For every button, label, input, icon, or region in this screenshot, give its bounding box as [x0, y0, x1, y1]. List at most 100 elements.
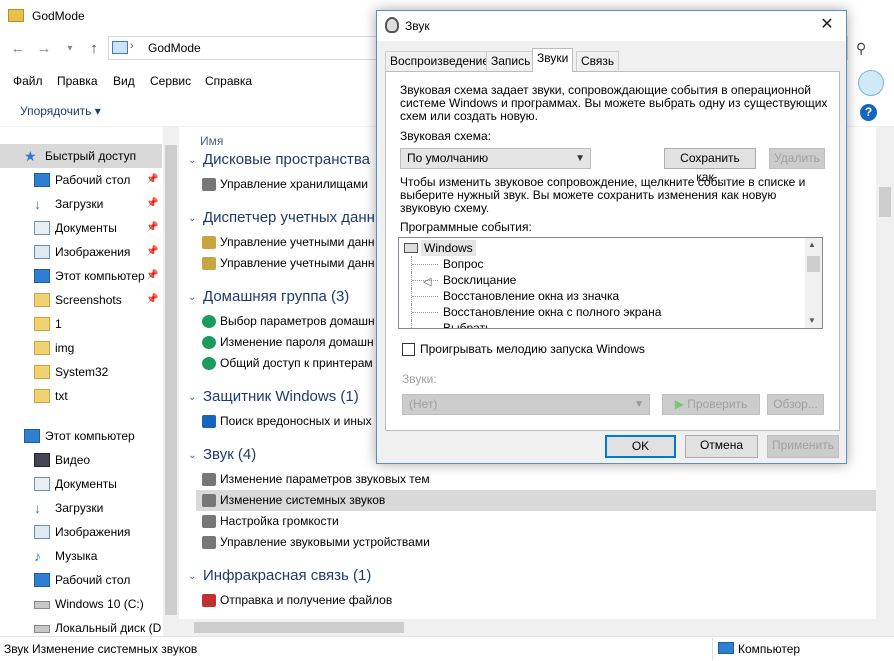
group-header[interactable]: Инфракрасная связь (1)	[203, 567, 371, 584]
scroll-down-icon[interactable]: ▼	[808, 316, 816, 325]
status-separator	[712, 638, 713, 660]
list-item[interactable]: Изменение параметров звуковых тем	[196, 469, 876, 490]
horizontal-scrollbar-thumb[interactable]	[194, 622, 404, 633]
sidebar-item[interactable]: txt	[0, 384, 162, 408]
event-item-label: Восстановление окна из значка	[443, 289, 620, 303]
list-item[interactable]: Управление звуковыми устройствами	[196, 532, 876, 553]
pin-icon[interactable]: 📌	[146, 216, 158, 240]
help-icon[interactable]: ?	[860, 104, 877, 121]
sidebar-item[interactable]: Документы	[0, 472, 162, 496]
event-item[interactable]: Восстановление окна из значка	[399, 288, 804, 304]
sidebar-item-label: Этот компьютер	[45, 429, 135, 443]
group-header[interactable]: Домашняя группа (3)	[203, 288, 349, 305]
delete-button[interactable]: Удалить	[769, 148, 825, 169]
sidebar-item[interactable]: Изображения	[0, 520, 162, 544]
search-icon[interactable]: ⚲	[856, 40, 866, 57]
browse-button[interactable]: Обзор...	[767, 394, 824, 415]
scroll-up-icon[interactable]: ▲	[808, 240, 816, 249]
sidebar-item[interactable]: ★ Быстрый доступ	[0, 144, 162, 168]
group-header[interactable]: Дисковые пространства	[203, 151, 370, 168]
tab-sounds[interactable]: Звуки	[532, 48, 574, 72]
back-arrow-icon[interactable]: ←	[8, 39, 28, 59]
sidebar-item[interactable]: Изображения 📌	[0, 240, 162, 264]
drive-icon	[34, 601, 50, 609]
up-arrow-icon[interactable]: ↑	[84, 39, 104, 59]
horizontal-scrollbar[interactable]	[178, 619, 876, 636]
list-item[interactable]: Отправка и получение файлов	[196, 590, 876, 611]
group-chevron-icon[interactable]: ⌄	[188, 392, 196, 403]
tab-communications[interactable]: Связь	[576, 51, 620, 71]
pin-icon[interactable]: 📌	[146, 288, 158, 312]
sounds-select[interactable]: (Нет) ▼	[402, 394, 650, 415]
group-header[interactable]: Диспетчер учетных данн	[203, 209, 375, 226]
event-item[interactable]: Выбрать	[399, 320, 804, 328]
sidebar-item[interactable]: Этот компьютер	[0, 424, 162, 448]
folder-icon	[34, 293, 50, 307]
pictures-icon	[34, 245, 50, 259]
events-scrollbar-thumb[interactable]	[807, 256, 820, 272]
shell-icon[interactable]	[858, 70, 884, 96]
close-icon[interactable]: ✕	[815, 14, 839, 36]
group-header[interactable]: Звук (4)	[203, 446, 256, 463]
apply-button[interactable]: Применить	[767, 435, 839, 458]
ok-button[interactable]: OK	[605, 435, 676, 458]
list-item[interactable]: Настройка громкости	[196, 511, 876, 532]
group-chevron-icon[interactable]: ⌄	[188, 292, 196, 303]
menu-view[interactable]: Вид	[113, 74, 135, 88]
pin-icon[interactable]: 📌	[146, 264, 158, 288]
forward-arrow-icon[interactable]: →	[34, 39, 54, 59]
nav-scrollbar-thumb[interactable]	[165, 145, 177, 615]
sidebar-item[interactable]: Рабочий стол 📌	[0, 168, 162, 192]
group-chevron-icon[interactable]: ⌄	[188, 213, 196, 224]
event-item[interactable]: Вопрос	[399, 256, 804, 272]
organize-button[interactable]: Упорядочить ▾	[20, 104, 101, 118]
dialog-title: Звук	[405, 19, 430, 33]
nav-scrollbar[interactable]	[163, 127, 179, 636]
sidebar-item[interactable]: Windows 10 (C:)	[0, 592, 162, 616]
scheme-select[interactable]: По умолчанию ▼	[400, 148, 591, 169]
pin-icon[interactable]: 📌	[146, 168, 158, 192]
events-scrollbar[interactable]: ▲ ▼	[805, 238, 822, 328]
menu-tools[interactable]: Сервис	[150, 74, 191, 88]
group-chevron-icon[interactable]: ⌄	[188, 571, 196, 582]
startup-sound-label[interactable]: Проигрывать мелодию запуска Windows	[420, 343, 645, 356]
menu-file[interactable]: Файл	[13, 74, 43, 88]
column-header-name[interactable]: Имя	[200, 134, 223, 148]
sidebar-item[interactable]: System32	[0, 360, 162, 384]
main-scrollbar[interactable]	[876, 127, 894, 636]
sidebar-item[interactable]: img	[0, 336, 162, 360]
pin-icon[interactable]: 📌	[146, 240, 158, 264]
sidebar-item[interactable]: 1	[0, 312, 162, 336]
sidebar-item[interactable]: Документы 📌	[0, 216, 162, 240]
events-listbox[interactable]: Windows Вопрос ◁ Восклицание Восстановление …	[398, 237, 823, 329]
event-item[interactable]: Восстановление окна с полного экрана	[399, 304, 804, 320]
scheme-label: Звуковая схема:	[400, 129, 491, 143]
menu-edit[interactable]: Правка	[57, 74, 98, 88]
sidebar-item[interactable]: Рабочий стол	[0, 568, 162, 592]
computer-icon	[718, 642, 734, 654]
sidebar-item[interactable]: ↓ Загрузки	[0, 496, 162, 520]
sidebar-item[interactable]: Видео	[0, 448, 162, 472]
sidebar-item[interactable]: Screenshots 📌	[0, 288, 162, 312]
event-item[interactable]: ◁ Восклицание	[399, 272, 804, 288]
menu-help[interactable]: Справка	[205, 74, 252, 88]
sidebar-item[interactable]: ↓ Загрузки 📌	[0, 192, 162, 216]
sidebar-item[interactable]: ♪ Музыка	[0, 544, 162, 568]
sidebar-item-label: Изображения	[55, 245, 131, 259]
tab-recording[interactable]: Запись	[486, 51, 536, 71]
group-chevron-icon[interactable]: ⌄	[188, 155, 196, 166]
recent-chevron-icon[interactable]: ▾	[60, 39, 80, 59]
cancel-button[interactable]: Отмена	[685, 435, 758, 458]
pin-icon[interactable]: 📌	[146, 192, 158, 216]
save-as-button[interactable]: Сохранить как...	[664, 148, 756, 184]
list-item[interactable]: Изменение системных звуков	[196, 490, 876, 511]
group-header[interactable]: Защитник Windows (1)	[203, 388, 359, 405]
main-scrollbar-thumb[interactable]	[879, 187, 891, 217]
startup-sound-checkbox[interactable]	[402, 343, 415, 356]
group-chevron-icon[interactable]: ⌄	[188, 450, 196, 461]
sidebar-item[interactable]: Этот компьютер 📌	[0, 264, 162, 288]
tab-playback[interactable]: Воспроизведение	[385, 51, 495, 71]
test-button[interactable]: ▶ Проверить	[662, 394, 760, 415]
breadcrumb-chevron-icon[interactable]: ›	[130, 40, 134, 52]
event-item[interactable]: Windows	[399, 240, 804, 256]
